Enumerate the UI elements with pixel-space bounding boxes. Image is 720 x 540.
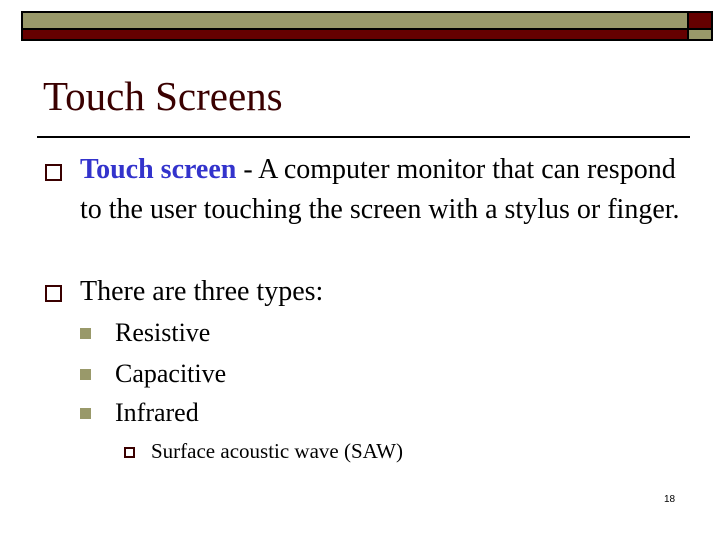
header-banner (21, 11, 713, 41)
type-resistive: Resistive (115, 318, 211, 347)
filled-square-bullet-icon (80, 369, 91, 380)
page-number: 18 (664, 494, 676, 505)
hollow-square-bullet-icon (45, 164, 62, 181)
banner-bottom-bar (23, 30, 687, 39)
type-surface-acoustic-wave: Surface acoustic wave (SAW) (151, 439, 403, 463)
title-divider (37, 136, 690, 138)
hollow-square-bullet-icon (124, 447, 135, 458)
term-touch-screen: Touch screen (80, 154, 237, 185)
filled-square-bullet-icon (80, 328, 91, 339)
filled-square-bullet-icon (80, 408, 91, 419)
bullet-touch-screen-definition: Touch screen - A computer monitor that c… (80, 150, 700, 230)
hollow-square-bullet-icon (45, 285, 62, 302)
banner-top-bar (23, 13, 687, 28)
bullet-three-types: There are three types: (80, 276, 324, 307)
type-capacitive: Capacitive (115, 359, 227, 388)
type-infrared: Infrared (115, 398, 199, 427)
banner-top-square (689, 13, 711, 28)
slide-title: Touch Screens (43, 73, 283, 119)
banner-bottom-square (689, 30, 711, 39)
